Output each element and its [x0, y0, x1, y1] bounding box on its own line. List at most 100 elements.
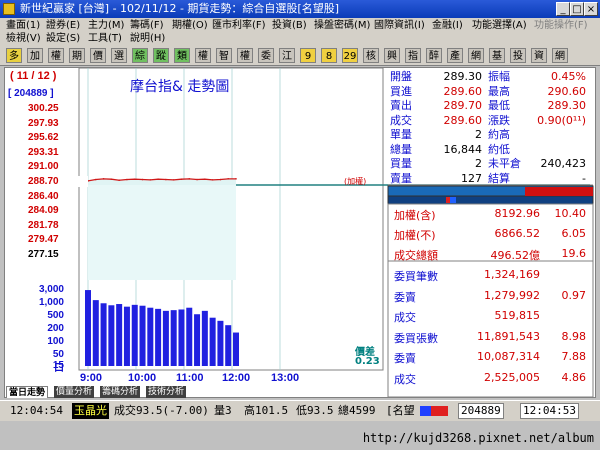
volume-bar [147, 307, 154, 366]
toolbar-button-24[interactable]: 投 [510, 48, 526, 63]
quote-label: 成交 [390, 113, 412, 127]
quote-label-2: 約低 [488, 142, 510, 156]
toolbar-button-16[interactable]: 29 [342, 48, 358, 63]
toolbar-button-13[interactable]: 江 [279, 48, 295, 63]
price-point [188, 178, 191, 180]
menu-view[interactable]: 檢視(V) [6, 32, 41, 45]
menu-settings[interactable]: 設定(S) [46, 32, 80, 45]
footer-url: http://kujd3268.pixnet.net/album [362, 431, 594, 445]
volume-tick-label: 50 [52, 349, 64, 360]
price-point [133, 178, 136, 180]
toolbar-button-21[interactable]: 產 [447, 48, 463, 63]
toolbar-button-19[interactable]: 指 [405, 48, 421, 63]
trade-value: 10,087,314 [477, 350, 540, 363]
toolbar-button-26[interactable]: 網 [552, 48, 568, 63]
quote-row: 開盤 289.30 振幅 0.45% [388, 70, 592, 84]
price-point [157, 178, 159, 180]
volume-bar [217, 320, 224, 366]
volume-bar [178, 309, 185, 366]
menu-options[interactable]: 期權(O) [172, 19, 208, 32]
quote-value-2: 240,423 [540, 157, 587, 170]
quote-label: 總量 [390, 142, 412, 156]
quote-value: 127 [461, 171, 482, 185]
trade-change: 4.86 [561, 370, 587, 384]
quote-value: 289.70 [443, 99, 483, 112]
toolbar-button-17[interactable]: 核 [363, 48, 379, 63]
tab-technical[interactable]: 技術分析 [146, 386, 187, 398]
quote-label-2: 未平倉 [488, 157, 521, 170]
quote-label: 賣出 [390, 99, 412, 112]
status-high: 高101.5 [244, 404, 289, 417]
menu-chips[interactable]: 籌碼(F) [130, 19, 164, 32]
menu-major[interactable]: 主力(M) [88, 19, 124, 32]
volume-bar [194, 314, 201, 366]
toolbar-button-12[interactable]: 委 [258, 48, 274, 63]
footer: http://kujd3268.pixnet.net/album [0, 421, 600, 450]
quote-label-2: 約高 [488, 128, 510, 141]
volume-tick-label: 3,000 [38, 284, 64, 295]
toolbar-button-22[interactable]: 網 [468, 48, 484, 63]
toolbar-button-25[interactable]: 資 [531, 48, 547, 63]
menu-global[interactable]: 國際資訊(I) [374, 19, 425, 32]
tab-chips-analysis[interactable]: 籌碼分析 [100, 386, 141, 398]
close-button[interactable]: × [584, 2, 598, 16]
tab-intraday[interactable]: 當日走勢 [6, 386, 49, 398]
menu-feature-select[interactable]: 功能選擇(A) [472, 19, 527, 32]
stat-label: 加權(不) [394, 229, 436, 242]
toolbar-button-1[interactable]: 加 [27, 48, 43, 63]
toolbar-button-20[interactable]: 醉 [426, 48, 442, 63]
tab-price-volume[interactable]: 價量分析 [54, 386, 95, 398]
toolbar-button-15[interactable]: 8 [321, 48, 337, 63]
maximize-button[interactable]: □ [570, 2, 584, 16]
toolbar-button-9[interactable]: 權 [195, 48, 211, 63]
toolbar-button-8[interactable]: 類 [174, 48, 190, 63]
toolbar-button-18[interactable]: 興 [384, 48, 400, 63]
price-tick-label: 284.09 [28, 205, 59, 217]
stat-label: 加權(含) [394, 209, 436, 222]
quote-value: 2 [475, 128, 482, 141]
toolbar-button-4[interactable]: 價 [90, 48, 106, 63]
price-point [180, 178, 183, 180]
price-tick-label: 288.70 [28, 176, 88, 187]
volume-bar [201, 310, 208, 366]
toolbar-button-11[interactable]: 權 [237, 48, 253, 63]
quote-value-2: 289.30 [547, 99, 587, 112]
status-volume: 204889 [458, 403, 504, 419]
menu-invest[interactable]: 投資(B) [272, 19, 307, 32]
toolbar-button-10[interactable]: 智 [216, 48, 232, 63]
stat-label: 成交總額 [394, 249, 438, 262]
quote-label-2: 漲跌 [488, 113, 510, 127]
toolbar-button-7[interactable]: 蹤 [153, 48, 169, 63]
toolbar-button-23[interactable]: 基 [489, 48, 505, 63]
toolbar-button-0[interactable]: 多 [6, 48, 22, 63]
toolbar-button-14[interactable]: 9 [300, 48, 316, 63]
quote-row: 賣出 289.70 最低 289.30 [388, 99, 592, 113]
volume-bar [139, 305, 146, 366]
menu-screen[interactable]: 畫面(1) [6, 19, 40, 32]
quote-value: 16,844 [443, 142, 483, 156]
volume-bar [108, 305, 115, 366]
menu-tools[interactable]: 工具(T) [88, 32, 122, 45]
status-stock-name: 玉晶光 [72, 403, 109, 419]
status-clock: 12:04:53 [520, 403, 579, 419]
title-bar: 新世紀贏家 [台灣] - 102/11/12 - 期貨走勢：綜合自選股[名望股]… [0, 0, 600, 18]
trade-value: 519,815 [494, 309, 541, 322]
menu-feature-ops[interactable]: 功能操作(F) [534, 19, 588, 32]
stat-change: 6.05 [561, 227, 587, 240]
toolbar-button-6[interactable]: 綜 [132, 48, 148, 63]
menu-securities[interactable]: 證券(E) [46, 19, 80, 32]
app-icon [3, 3, 15, 15]
menu-finance[interactable]: 金融(I) [432, 19, 463, 32]
toolbar-button-3[interactable]: 期 [69, 48, 85, 63]
menu-forex[interactable]: 匯市利率(F) [212, 19, 266, 32]
minimize-button[interactable]: _ [556, 2, 570, 16]
toolbar-button-5[interactable]: 選 [111, 48, 127, 63]
volume-tick-label: 500 [47, 310, 64, 321]
menu-trade-code[interactable]: 操盤密碼(M) [314, 19, 370, 32]
trade-label: 成交 [394, 372, 416, 386]
price-point [165, 178, 167, 181]
toolbar-button-2[interactable]: 權 [48, 48, 64, 63]
menu-help[interactable]: 說明(H) [130, 32, 165, 45]
quote-value-2: - [582, 171, 586, 185]
price-point [110, 178, 113, 180]
